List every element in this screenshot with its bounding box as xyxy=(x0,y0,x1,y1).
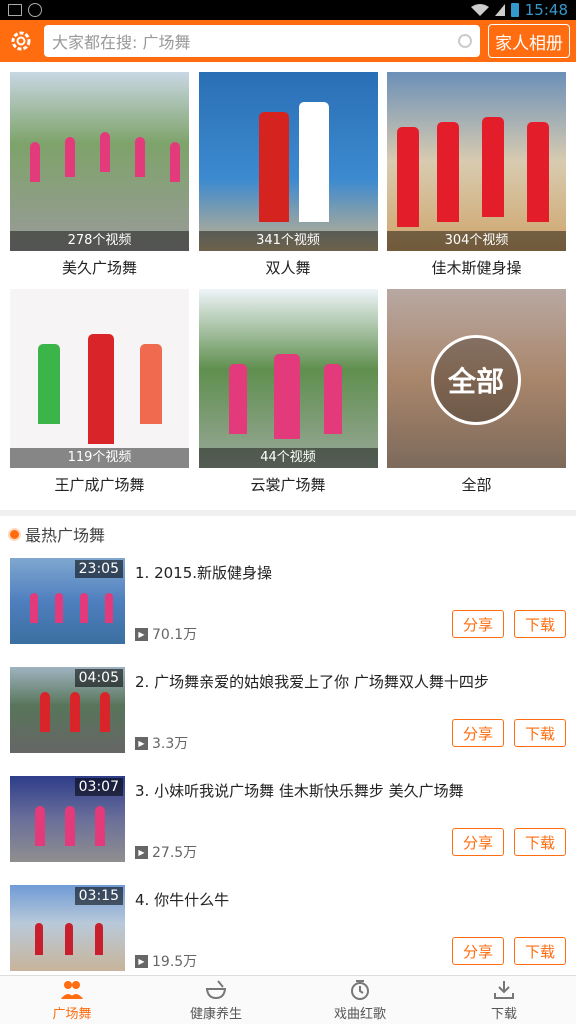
share-button[interactable]: 分享 xyxy=(452,610,504,638)
gear-icon[interactable] xyxy=(6,26,36,56)
play-icon: ▶ xyxy=(135,954,148,968)
tab-label: 下载 xyxy=(490,1006,517,1022)
video-duration: 23:05 xyxy=(74,560,123,578)
category-card[interactable]: 44个视频 云裳广场舞 xyxy=(198,289,378,506)
search-placeholder: 大家都在搜: 广场舞 xyxy=(52,33,191,52)
category-card[interactable]: 119个视频 王广成广场舞 xyxy=(10,289,189,506)
video-title[interactable]: 2. 广场舞亲爱的姑娘我爱上了你 广场舞双人舞十四步 xyxy=(135,667,566,692)
bottom-tab-bar: 广场舞 健康养生 戏曲红歌 下载 xyxy=(0,975,576,1024)
play-icon: ▶ xyxy=(135,845,148,859)
category-thumbnail: 44个视频 xyxy=(198,289,378,468)
video-title[interactable]: 1. 2015.新版健身操 xyxy=(135,558,566,583)
download-button[interactable]: 下载 xyxy=(514,937,566,965)
download-button[interactable]: 下载 xyxy=(514,719,566,747)
top-bar: 大家都在搜: 广场舞 家人相册 xyxy=(0,20,576,62)
tab-download[interactable]: 下载 xyxy=(432,976,576,1024)
tab-health[interactable]: 健康养生 xyxy=(144,976,288,1024)
status-time: 15:48 xyxy=(524,1,568,19)
play-count: ▶ 3.3万 xyxy=(135,733,188,753)
image-icon xyxy=(8,4,22,16)
bowl-icon xyxy=(204,979,228,1001)
share-button[interactable]: 分享 xyxy=(452,937,504,965)
list-item[interactable]: 03:15 4. 你牛什么牛 ▶ 19.5万 分享 下载 xyxy=(0,879,576,988)
category-label: 王广成广场舞 xyxy=(54,476,145,494)
video-count: 119个视频 xyxy=(10,448,189,468)
category-thumbnail: 304个视频 xyxy=(387,72,566,251)
family-album-button[interactable]: 家人相册 xyxy=(488,24,570,58)
video-duration: 03:07 xyxy=(74,778,123,796)
share-button[interactable]: 分享 xyxy=(452,828,504,856)
hot-section-header: 最热广场舞 xyxy=(0,516,576,552)
tab-opera[interactable]: 戏曲红歌 xyxy=(288,976,432,1024)
play-icon: ▶ xyxy=(135,627,148,641)
category-thumbnail: 278个视频 xyxy=(10,72,189,251)
play-count-value: 27.5万 xyxy=(152,845,198,861)
search-input[interactable]: 大家都在搜: 广场舞 xyxy=(44,25,480,57)
play-count-value: 70.1万 xyxy=(152,627,198,643)
category-label: 云裳广场舞 xyxy=(250,476,326,494)
category-grid: 278个视频 美久广场舞 341个视频 双人舞 304个视频 佳木斯健身操 11… xyxy=(0,62,576,506)
category-card-all[interactable]: 全部 全部 xyxy=(387,289,566,506)
video-thumbnail[interactable]: 03:15 xyxy=(10,885,125,971)
category-card[interactable]: 278个视频 美久广场舞 xyxy=(10,72,189,289)
video-count: 304个视频 xyxy=(387,231,566,251)
signal-icon xyxy=(494,4,505,16)
category-label: 全部 xyxy=(461,476,492,494)
video-duration: 03:15 xyxy=(74,887,123,905)
status-bar: 15:48 xyxy=(0,0,576,20)
download-button[interactable]: 下载 xyxy=(514,828,566,856)
list-item[interactable]: 04:05 2. 广场舞亲爱的姑娘我爱上了你 广场舞双人舞十四步 ▶ 3.3万 分… xyxy=(0,661,576,770)
download-icon xyxy=(492,979,516,1001)
download-button[interactable]: 下载 xyxy=(514,610,566,638)
play-count: ▶ 27.5万 xyxy=(135,842,197,862)
search-icon xyxy=(458,34,472,48)
clock-icon xyxy=(348,979,372,1001)
category-thumbnail: 119个视频 xyxy=(10,289,189,468)
people-icon xyxy=(60,979,84,1001)
play-count: ▶ 70.1万 xyxy=(135,624,197,644)
category-label: 美久广场舞 xyxy=(61,259,137,277)
section-title: 最热广场舞 xyxy=(25,526,106,545)
battery-icon xyxy=(510,3,519,17)
tab-square-dance[interactable]: 广场舞 xyxy=(0,976,144,1024)
video-thumbnail[interactable]: 03:07 xyxy=(10,776,125,862)
tab-label: 广场舞 xyxy=(52,1006,92,1022)
tab-label: 戏曲红歌 xyxy=(333,1006,386,1022)
play-count-value: 3.3万 xyxy=(152,736,189,752)
play-icon: ▶ xyxy=(135,736,148,750)
video-title[interactable]: 3. 小妹听我说广场舞 佳木斯快乐舞步 美久广场舞 xyxy=(135,776,566,801)
video-thumbnail[interactable]: 23:05 xyxy=(10,558,125,644)
category-thumbnail: 341个视频 xyxy=(198,72,378,251)
tab-label: 健康养生 xyxy=(189,1006,242,1022)
category-card[interactable]: 341个视频 双人舞 xyxy=(198,72,378,289)
play-count: ▶ 19.5万 xyxy=(135,951,197,971)
wifi-icon xyxy=(470,4,489,16)
video-count: 341个视频 xyxy=(198,231,378,251)
video-list: 23:05 1. 2015.新版健身操 ▶ 70.1万 分享 下载 04:05 2… xyxy=(0,552,576,988)
share-button[interactable]: 分享 xyxy=(452,719,504,747)
video-count: 44个视频 xyxy=(198,448,378,468)
video-duration: 04:05 xyxy=(74,669,123,687)
all-overlay: 全部 xyxy=(431,335,521,425)
list-item[interactable]: 03:07 3. 小妹听我说广场舞 佳木斯快乐舞步 美久广场舞 ▶ 27.5万 分… xyxy=(0,770,576,879)
category-thumbnail: 全部 xyxy=(387,289,566,468)
video-thumbnail[interactable]: 04:05 xyxy=(10,667,125,753)
shield-icon xyxy=(28,3,42,17)
category-label: 双人舞 xyxy=(265,259,311,277)
list-item[interactable]: 23:05 1. 2015.新版健身操 ▶ 70.1万 分享 下载 xyxy=(0,552,576,661)
bullet-icon xyxy=(10,529,19,539)
category-card[interactable]: 304个视频 佳木斯健身操 xyxy=(387,72,566,289)
video-title[interactable]: 4. 你牛什么牛 xyxy=(135,885,566,910)
play-count-value: 19.5万 xyxy=(152,954,198,970)
video-count: 278个视频 xyxy=(10,231,189,251)
category-label: 佳木斯健身操 xyxy=(431,259,522,277)
